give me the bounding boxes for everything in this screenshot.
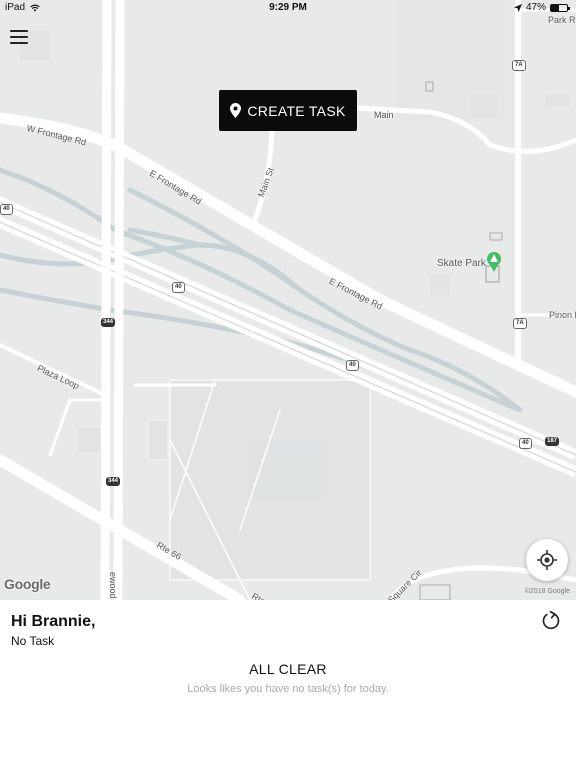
- crosshair-icon: [537, 550, 557, 570]
- task-panel: Hi Brannie, No Task ALL CLEAR Looks like…: [0, 600, 576, 768]
- greeting: Hi Brannie,: [11, 613, 96, 630]
- route-7a-shield: 7A: [513, 318, 527, 329]
- map-pin-icon: [230, 103, 242, 118]
- task-status: No Task: [11, 634, 55, 648]
- empty-state-message: Looks likes you have no task(s) for toda…: [187, 683, 389, 695]
- map-label-main: Main: [374, 110, 394, 120]
- route-344-shield: 344: [101, 318, 116, 327]
- battery-percent: 47%: [525, 2, 546, 13]
- my-location-button[interactable]: [526, 539, 568, 581]
- status-bar: iPad 9:29 PM 47%: [0, 0, 576, 16]
- hamburger-menu-icon[interactable]: [10, 30, 28, 46]
- battery-icon: [550, 3, 570, 12]
- status-right: 47%: [513, 2, 570, 13]
- map-label-skate-park: Skate Park: [437, 258, 486, 269]
- refresh-icon[interactable]: [540, 610, 562, 632]
- create-task-label: CREATE TASK: [247, 102, 346, 119]
- route-344-shield: 344: [106, 477, 121, 486]
- interstate-40-shield: 40: [0, 204, 13, 215]
- route-187-shield: 187: [545, 437, 560, 446]
- status-time: 9:29 PM: [269, 2, 307, 13]
- battery-fill: [551, 4, 559, 11]
- route-7a-shield: 7A: [512, 60, 526, 71]
- map-label-pinon: Pinon F: [549, 310, 576, 320]
- interstate-40-shield: 40: [172, 282, 185, 293]
- map-label-park-rd: Park Rd: [548, 15, 576, 25]
- map-view[interactable]: W Frontage Rd E Frontage Rd E Frontage R…: [0, 0, 576, 600]
- google-logo: Google: [4, 576, 51, 592]
- empty-state-title: ALL CLEAR: [249, 661, 327, 677]
- location-arrow-icon: [513, 3, 522, 12]
- interstate-40-shield: 40: [346, 360, 359, 371]
- create-task-button[interactable]: CREATE TASK: [219, 90, 357, 131]
- interstate-40-shield: 40: [519, 438, 532, 449]
- map-label-lower-road: ewood: [108, 572, 118, 599]
- map-copyright: ©2018 Google: [524, 588, 570, 595]
